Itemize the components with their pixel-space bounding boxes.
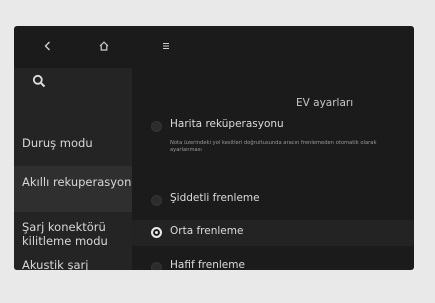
search-button[interactable] xyxy=(28,70,50,92)
sidebar-item-akilli-rekuperasyon[interactable]: Akıllı rekuperasyon xyxy=(14,166,132,212)
menu-button[interactable] xyxy=(156,36,176,56)
option-description: Nota üzerindeki yol kesitleri doğrultusu… xyxy=(170,140,377,153)
option-hafif-frenleme[interactable]: Hafif frenleme xyxy=(132,258,414,270)
sidebar: Duruş modu Akıllı rekuperasyon Şarj kone… xyxy=(14,68,132,270)
top-bar xyxy=(14,26,414,68)
option-orta-frenleme[interactable]: Orta frenleme xyxy=(132,220,414,246)
page-title: EV ayarları xyxy=(296,97,354,109)
sidebar-item-akustik-sarj[interactable]: Akustik şarj bilgileri xyxy=(14,258,132,270)
home-icon xyxy=(99,41,109,51)
radio-button[interactable] xyxy=(151,195,162,206)
option-siddetli-frenleme[interactable]: Şiddetli frenleme xyxy=(132,190,414,212)
radio-button-selected[interactable] xyxy=(151,227,162,238)
chevron-left-icon xyxy=(44,41,50,51)
sidebar-item-durus-modu[interactable]: Duruş modu xyxy=(14,136,132,150)
option-label: Harita reküperasyonu xyxy=(170,118,284,130)
option-label: Orta frenleme xyxy=(170,225,244,237)
search-icon xyxy=(32,74,46,88)
home-button[interactable] xyxy=(94,36,114,56)
back-button[interactable] xyxy=(38,36,58,56)
sidebar-item-sarj-konektoru[interactable]: Şarj konektörü kilitleme modu xyxy=(14,220,132,248)
option-harita-rekuperasyonu[interactable]: Harita reküperasyonu Nota üzerindeki yol… xyxy=(132,116,414,162)
menu-icon xyxy=(163,42,169,50)
radio-button[interactable] xyxy=(151,121,162,132)
infotainment-screen: Duruş modu Akıllı rekuperasyon Şarj kone… xyxy=(14,26,414,270)
option-label: Şiddetli frenleme xyxy=(170,192,260,204)
radio-button[interactable] xyxy=(151,262,162,270)
option-label: Hafif frenleme xyxy=(170,259,245,270)
main-content: EV ayarları Harita reküperasyonu Nota üz… xyxy=(132,68,414,270)
